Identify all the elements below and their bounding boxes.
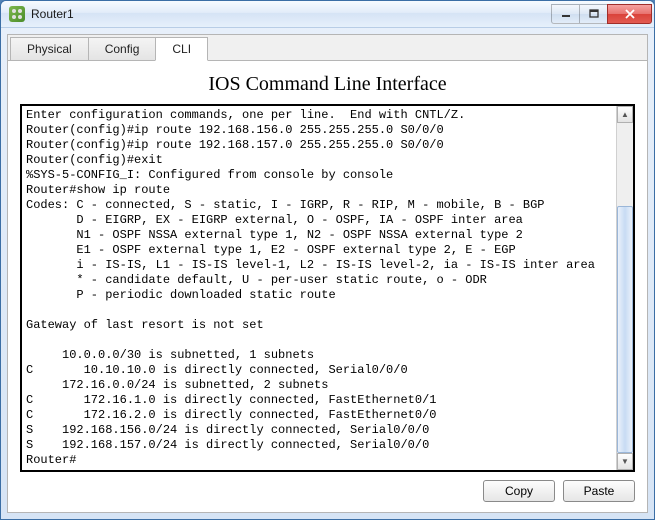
- app-window: Router1 Physical Config CLI IOS Command …: [0, 0, 655, 520]
- page-title: IOS Command Line Interface: [20, 73, 635, 96]
- paste-button[interactable]: Paste: [563, 480, 635, 502]
- button-row: Copy Paste: [20, 480, 635, 502]
- terminal-container: Enter configuration commands, one per li…: [20, 104, 635, 472]
- maximize-icon: [589, 9, 599, 19]
- tab-config[interactable]: Config: [88, 37, 157, 61]
- minimize-icon: [561, 10, 571, 18]
- minimize-button[interactable]: [551, 4, 580, 24]
- app-icon: [9, 6, 25, 22]
- scroll-down-button[interactable]: ▼: [617, 453, 633, 470]
- window-controls: [552, 4, 652, 24]
- scrollbar[interactable]: ▲ ▼: [616, 106, 633, 470]
- cli-terminal[interactable]: Enter configuration commands, one per li…: [22, 106, 616, 470]
- maximize-button[interactable]: [579, 4, 608, 24]
- scroll-track[interactable]: [617, 123, 633, 453]
- scroll-thumb[interactable]: [617, 206, 633, 454]
- window-title: Router1: [31, 7, 552, 21]
- tab-content: IOS Command Line Interface Enter configu…: [8, 61, 647, 512]
- scroll-up-button[interactable]: ▲: [617, 106, 633, 123]
- close-icon: [624, 9, 636, 19]
- copy-button[interactable]: Copy: [483, 480, 555, 502]
- close-button[interactable]: [607, 4, 652, 24]
- client-area: Physical Config CLI IOS Command Line Int…: [7, 34, 648, 513]
- tab-bar: Physical Config CLI: [8, 35, 647, 61]
- tab-physical[interactable]: Physical: [10, 37, 89, 61]
- titlebar[interactable]: Router1: [1, 1, 654, 28]
- tab-cli[interactable]: CLI: [155, 37, 208, 61]
